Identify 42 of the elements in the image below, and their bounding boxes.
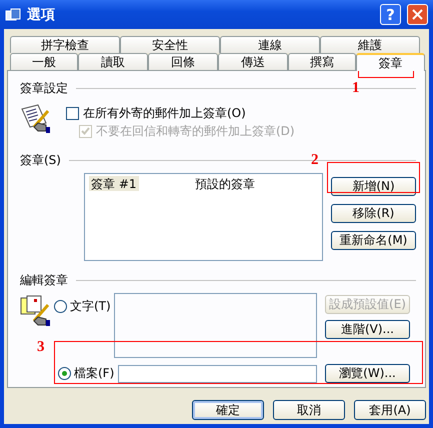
group-title: 編輯簽章 <box>20 272 68 288</box>
close-button[interactable] <box>407 4 428 25</box>
radio-option[interactable]: 文字(T) <box>54 298 114 314</box>
tab[interactable]: 撰寫 <box>288 53 356 70</box>
mail-window-icon <box>5 6 21 22</box>
signature-button[interactable]: 新增(N) <box>331 177 416 196</box>
tab[interactable]: 安全性 <box>120 36 220 53</box>
signature-button[interactable]: 移除(R) <box>331 204 416 223</box>
dialog-button[interactable]: 取消 <box>273 400 345 420</box>
group-title: 簽章設定 <box>20 80 68 96</box>
document-pen-icon <box>20 295 52 327</box>
signature-list[interactable]: 簽章 #1 預設的簽章 <box>84 173 323 261</box>
help-button[interactable]: ? <box>380 4 401 25</box>
tab[interactable]: 連線 <box>220 36 320 53</box>
radio-button[interactable] <box>54 300 67 312</box>
file-path-field[interactable] <box>118 364 317 382</box>
edit-button[interactable]: 進階(V)... <box>325 320 410 339</box>
dialog-button[interactable]: 套用(A) <box>354 400 426 420</box>
annotation-number: 3 <box>37 339 44 356</box>
browse-button[interactable]: 瀏覽(W)... <box>325 364 410 383</box>
radio-option[interactable]: 檔案(F) <box>58 366 118 382</box>
window-title: 選項 <box>27 6 56 24</box>
annotation-number: 2 <box>311 152 318 169</box>
tab[interactable]: 拼字檢查 <box>10 36 120 53</box>
tab[interactable]: 讀取 <box>78 53 148 70</box>
signature-text-area[interactable] <box>114 293 317 358</box>
list-item[interactable]: 簽章 #1 <box>89 176 139 191</box>
signature-button[interactable]: 重新命名(M) <box>331 231 416 250</box>
annotation-number: 1 <box>352 80 360 97</box>
radio-button[interactable] <box>58 367 71 380</box>
dialog-button[interactable]: 確定 <box>192 400 264 420</box>
close-icon <box>412 9 423 20</box>
list-item-note: 預設的簽章 <box>194 176 256 191</box>
tab[interactable]: 回條 <box>148 53 218 70</box>
checkbox[interactable] <box>66 106 79 120</box>
signature-pen-icon <box>20 103 52 135</box>
tab[interactable]: 一般 <box>10 53 78 70</box>
tab[interactable]: 簽章 <box>356 53 425 71</box>
checkbox-label[interactable]: 在所有外寄的郵件加上簽章(O) <box>83 104 246 122</box>
group-title: 簽章(S) <box>20 152 61 168</box>
tab[interactable]: 傳送 <box>218 53 288 70</box>
tab[interactable]: 維護 <box>320 36 420 53</box>
